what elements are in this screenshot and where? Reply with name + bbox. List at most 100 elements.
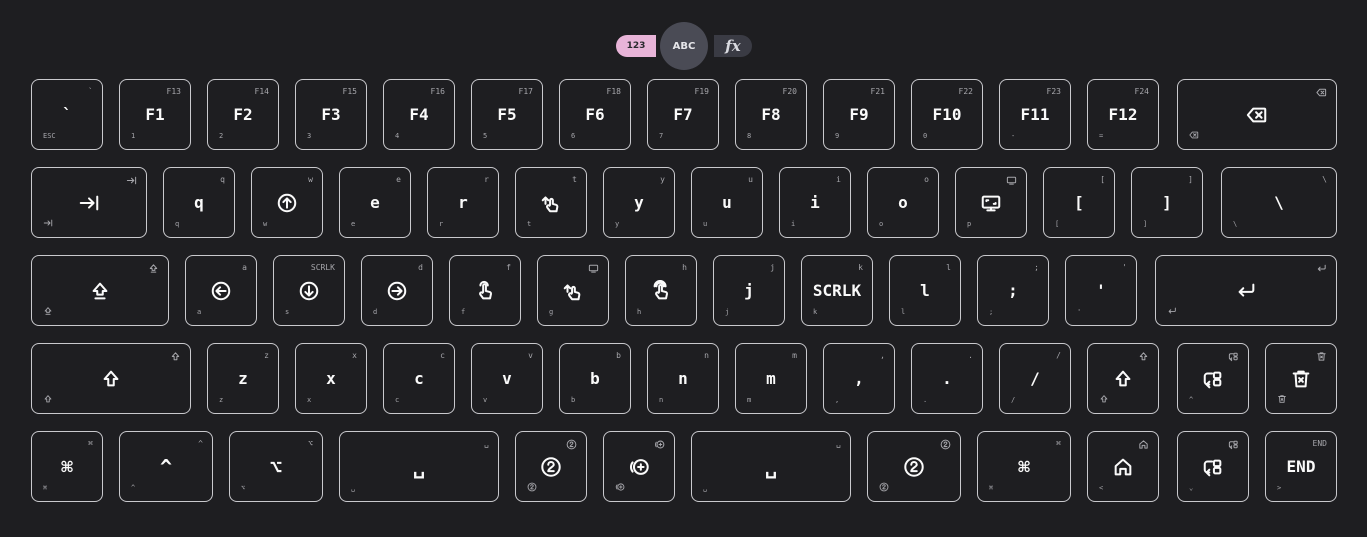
key-f8[interactable]: F8 F20 8 [735, 79, 807, 150]
key-lbracket[interactable]: [[[ [1043, 167, 1115, 238]
key-rshift[interactable] [1087, 343, 1159, 414]
key-b[interactable]: b b b [559, 343, 631, 414]
key-label: ␣ [412, 454, 426, 479]
key-comma[interactable]: ,,, [823, 343, 895, 414]
key-f2[interactable]: F2 F14 2 [207, 79, 279, 150]
key-t[interactable]: tt [515, 167, 587, 238]
layer-letters-tab[interactable]: ABC [660, 22, 708, 70]
key-home[interactable]: < [1087, 431, 1159, 502]
key-alt-label: c [395, 396, 400, 404]
key-rcmd[interactable]: ⌘ ⌘ ⌘ [977, 431, 1071, 502]
key-label: ' [1096, 280, 1106, 300]
key-k[interactable]: SCRLK k k [801, 255, 873, 326]
key-label: F6 [585, 104, 605, 124]
key-layer2[interactable] [515, 431, 587, 502]
layer-numbers-tab[interactable]: 123 [616, 35, 656, 57]
key-label: n [678, 368, 688, 388]
key-semicolon[interactable]: ;;; [977, 255, 1049, 326]
shift-icon [1088, 368, 1158, 390]
key-add-layer[interactable] [603, 431, 675, 502]
key-shifted-label: y [660, 175, 665, 184]
key-label: e [370, 192, 380, 212]
key-h[interactable]: hh [625, 255, 697, 326]
key-slash[interactable]: / / / [999, 343, 1071, 414]
key-lshift[interactable] [31, 343, 191, 414]
key-e[interactable]: e e e [339, 167, 411, 238]
key-v[interactable]: v v v [471, 343, 543, 414]
key-capslock[interactable] [31, 255, 169, 326]
key-shifted-label: ⌘ [1056, 439, 1061, 448]
key-rspace[interactable]: ␣ ␣ ␣ [691, 431, 851, 502]
key-z[interactable]: z z z [207, 343, 279, 414]
key-alt-label: = [1099, 132, 1104, 140]
key-f9[interactable]: F9 F21 9 [823, 79, 895, 150]
key-alt-label: 1 [131, 132, 136, 140]
key-s[interactable]: SCRLK s [273, 255, 345, 326]
key-end[interactable]: END END > [1265, 431, 1337, 502]
key-clear[interactable] [1265, 343, 1337, 414]
key-r[interactable]: r r r [427, 167, 499, 238]
key-swap-layer-2[interactable]: ⌄ [1177, 431, 1249, 502]
key-l[interactable]: l l l [889, 255, 961, 326]
key-shifted-label: ` [88, 87, 93, 96]
key-layer2-right[interactable] [867, 431, 961, 502]
key-n[interactable]: n n n [647, 343, 719, 414]
key-shifted-label: m [792, 351, 797, 360]
key-j[interactable]: j j j [713, 255, 785, 326]
key-f6[interactable]: F6 F18 6 [559, 79, 631, 150]
key-quote[interactable]: ' ' ' [1065, 255, 1137, 326]
key-c[interactable]: c c c [383, 343, 455, 414]
key-tab[interactable] [31, 167, 147, 238]
key-f1[interactable]: F1 F13 1 [119, 79, 191, 150]
key-f11[interactable]: F11 F23 - [999, 79, 1071, 150]
key-f10[interactable]: F10 F22 0 [911, 79, 983, 150]
key-x[interactable]: x x x [295, 343, 367, 414]
key-backtick[interactable]: ` ` ESC [31, 79, 103, 150]
key-alt-label: \ [1233, 220, 1238, 228]
key-period[interactable]: ... [911, 343, 983, 414]
key-f7[interactable]: F7 F19 7 [647, 79, 719, 150]
key-shifted-label: , [880, 351, 885, 360]
key-alt-label: . [923, 396, 928, 404]
key-m[interactable]: m m m [735, 343, 807, 414]
key-d[interactable]: dd [361, 255, 433, 326]
key-q[interactable]: q q q [163, 167, 235, 238]
tab-icon [126, 175, 137, 186]
key-alt-label: 9 [835, 132, 840, 140]
key-label: ` [62, 104, 72, 124]
key-shifted-label: x [352, 351, 357, 360]
layer-functions-tab[interactable]: fx [714, 35, 752, 57]
key-label: F4 [409, 104, 429, 124]
key-f4[interactable]: F4 F16 4 [383, 79, 455, 150]
key-u[interactable]: u u u [691, 167, 763, 238]
shift-icon [32, 368, 190, 390]
key-f[interactable]: ff [449, 255, 521, 326]
key-p[interactable]: p [955, 167, 1027, 238]
key-g[interactable]: g [537, 255, 609, 326]
backspace-icon [1189, 130, 1199, 140]
key-a[interactable]: aa [185, 255, 257, 326]
key-enter[interactable] [1155, 255, 1337, 326]
key-f12[interactable]: F12 F24 = [1087, 79, 1159, 150]
key-shifted-label: q [220, 175, 225, 184]
key-lcmd[interactable]: ⌘ ⌘ ⌘ [31, 431, 103, 502]
key-o[interactable]: o o o [867, 167, 939, 238]
key-alt[interactable]: ⌥ ⌥ ⌥ [229, 431, 323, 502]
key-backspace[interactable] [1177, 79, 1337, 150]
key-shifted-label: a [242, 263, 247, 272]
key-shifted-label: ] [1188, 175, 1193, 184]
key-swap-layer[interactable]: ^ [1177, 343, 1249, 414]
key-backslash[interactable]: \ \ \ [1221, 167, 1337, 238]
key-lspace[interactable]: ␣ ␣ ␣ [339, 431, 499, 502]
key-y[interactable]: y y y [603, 167, 675, 238]
key-alt-label: ␣ [703, 484, 708, 492]
key-w[interactable]: ww [251, 167, 323, 238]
key-f5[interactable]: F5 F17 5 [471, 79, 543, 150]
mouse-up-icon [252, 192, 322, 214]
key-i[interactable]: i i i [779, 167, 851, 238]
key-label: l [920, 280, 930, 300]
key-f3[interactable]: F3 F15 3 [295, 79, 367, 150]
key-rbracket[interactable]: ]]] [1131, 167, 1203, 238]
key-ctrl[interactable]: ^ ^ ^ [119, 431, 213, 502]
key-shifted-label: F19 [694, 87, 709, 96]
